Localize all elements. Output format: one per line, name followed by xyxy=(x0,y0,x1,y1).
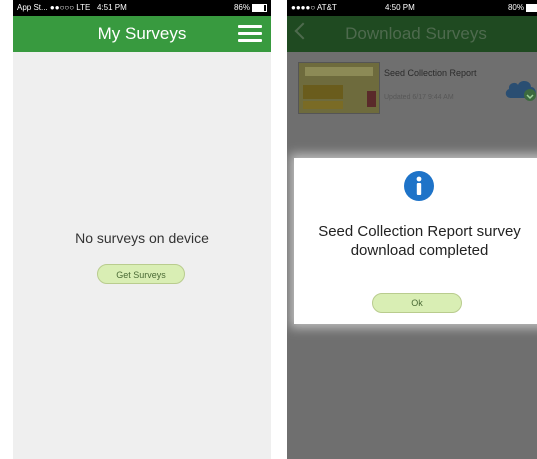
page-title: My Surveys xyxy=(97,24,187,43)
battery-icon xyxy=(252,3,267,12)
status-carrier: App St... ●●○○○ LTE xyxy=(17,3,91,12)
get-surveys-button[interactable]: Get Surveys xyxy=(97,264,185,284)
dialog-message: Seed Collection Report survey download c… xyxy=(318,223,521,259)
status-battery: 86% xyxy=(234,0,267,16)
status-carrier: ●●●●○ AT&T xyxy=(291,3,337,12)
page-title: Download Surveys xyxy=(345,24,487,43)
survey-name: Seed Collection Report xyxy=(384,68,477,78)
nav-bar: My Surveys xyxy=(13,16,271,52)
status-bar: App St... ●●○○○ LTE 4:51 PM 86% xyxy=(13,0,271,16)
status-battery: 80% xyxy=(508,0,537,16)
ok-button[interactable]: Ok xyxy=(372,293,462,313)
status-bar: ●●●●○ AT&T 4:50 PM 80% xyxy=(287,0,537,16)
info-icon xyxy=(404,171,434,201)
survey-thumbnail xyxy=(298,62,380,114)
battery-icon xyxy=(526,3,537,12)
nav-bar: Download Surveys xyxy=(287,16,537,52)
status-time: 4:50 PM xyxy=(385,3,415,12)
download-complete-dialog: Seed Collection Report survey download c… xyxy=(294,158,537,324)
cloud-download-icon[interactable] xyxy=(503,76,537,102)
hamburger-menu-icon[interactable] xyxy=(238,24,262,44)
my-surveys-screen: App St... ●●○○○ LTE 4:51 PM 86% My Surve… xyxy=(13,0,271,459)
survey-updated: Updated 6/17 9:44 AM xyxy=(384,94,454,101)
battery-percent: 86% xyxy=(233,3,250,12)
download-surveys-screen: ●●●●○ AT&T 4:50 PM 80% Download Surveys … xyxy=(287,0,537,459)
status-time: 4:51 PM xyxy=(97,3,127,12)
survey-list-item[interactable]: Seed Collection Report Updated 6/17 9:44… xyxy=(287,52,537,122)
battery-percent: 80% xyxy=(507,3,524,12)
empty-state-message: No surveys on device xyxy=(75,230,209,246)
